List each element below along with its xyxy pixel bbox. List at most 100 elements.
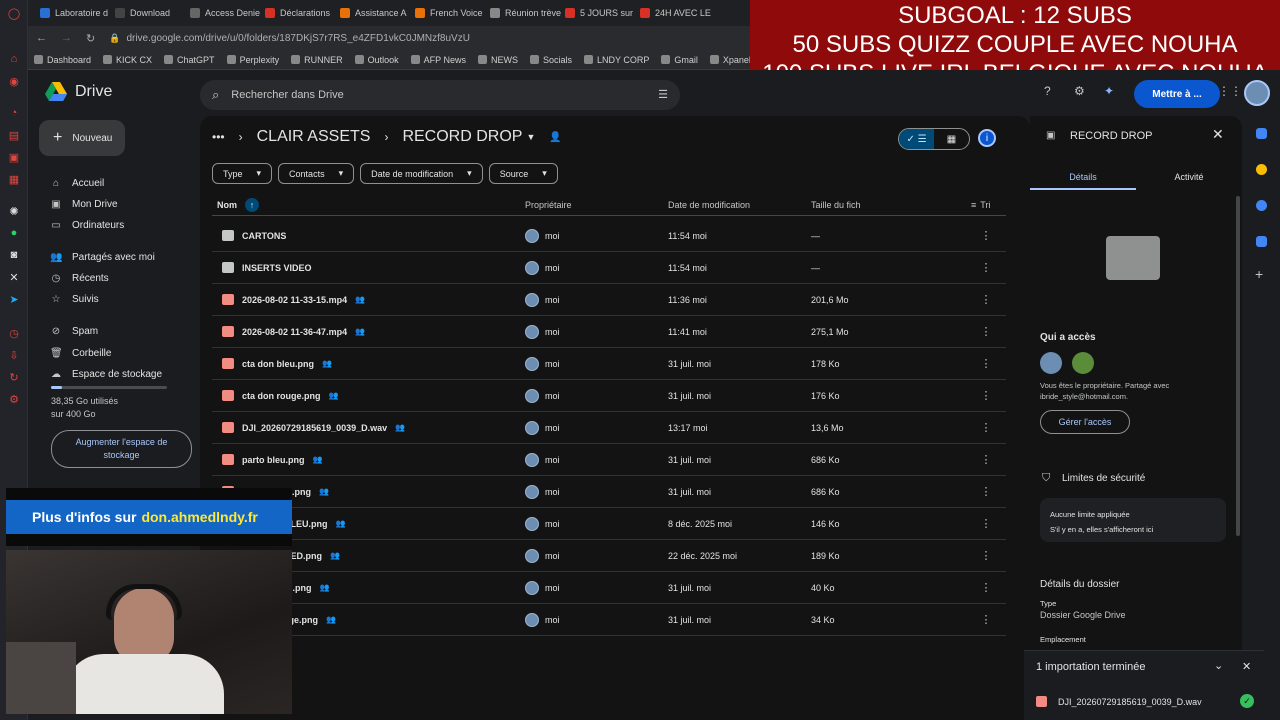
view-toggle[interactable]: ✓ ☰ ▦ [898,128,970,150]
browser-tab[interactable]: Access Denie [186,2,261,24]
gemini-icon[interactable]: ✦ [1104,84,1114,98]
wallet-icon[interactable]: ▣ [7,150,21,164]
manage-access-button[interactable]: Gérer l'accès [1040,410,1130,434]
table-row[interactable]: donate bleu.png👥moi31 juil. moi40 Ko⋮ [212,572,1006,604]
tasks-icon[interactable] [1256,200,1267,211]
search-icon[interactable]: ⌕ [212,87,219,103]
more-actions-icon[interactable]: ⋮ [971,389,1001,402]
reload-icon[interactable]: ↻ [86,32,95,45]
file-name-cell[interactable]: cta don bleu.png 👥 [212,358,525,369]
browser-tab[interactable]: Laboratoire d [36,2,111,24]
forward-icon[interactable]: → [61,32,72,44]
table-row[interactable]: INSERTS VIDEO moi 11:54 moi — ⋮ [212,252,1006,284]
file-name-cell[interactable]: 2026-08-02 11-33-15.mp4 👥 [212,294,525,305]
help-icon[interactable]: ? [1044,84,1051,98]
bookmark-item[interactable]: KICK CX [103,55,152,65]
more-actions-icon[interactable]: ⋮ [971,325,1001,338]
panel-scrollbar[interactable] [1236,196,1240,536]
sort-arrow-icon[interactable]: ↑ [245,197,259,212]
calendar-icon[interactable] [1256,128,1267,139]
breadcrumb-current[interactable]: RECORD DROP [402,128,522,146]
keep-icon[interactable] [1256,164,1267,175]
sidebar-item-home[interactable]: ⌂ Accueil [50,178,200,189]
clock-icon[interactable]: ◷ [7,326,21,340]
table-row[interactable]: donate rouge.png👥moi31 juil. moi34 Ko⋮ [212,604,1006,636]
bookmark-item[interactable]: Socials [529,55,572,65]
table-row[interactable]: DJI_20260729185619_0039_D.wav 👥 moi 13:17 m… [212,412,1006,444]
history-icon[interactable]: ◔ [7,106,21,120]
more-actions-icon[interactable]: ⋮ [971,229,1001,242]
list-view-icon[interactable]: ✓ ☰ [899,129,934,149]
sidebar-item-spam[interactable]: ⊘ Spam [50,326,200,337]
more-actions-icon[interactable]: ⋮ [971,261,1001,274]
close-icon[interactable]: ✕ [1212,126,1224,143]
table-row[interactable]: parto bleu.png 👥 moi 31 juil. moi 686 Ko ⋮ [212,444,1006,476]
settings-icon[interactable]: ⚙ [7,392,21,406]
bookmark-item[interactable]: Perplexity [226,55,279,65]
bookmark-item[interactable]: AFP News [410,55,466,65]
sidebar-item-people[interactable]: 👥 Partagés avec moi [50,252,200,263]
browser-tab[interactable]: Download [111,2,186,24]
download-icon[interactable]: ⇩ [7,348,21,362]
account-avatar[interactable] [1244,80,1270,106]
file-name-cell[interactable]: cta don rouge.png 👥 [212,390,525,401]
close-icon[interactable]: ✕ [1242,660,1251,673]
apps-grid-icon[interactable]: ⋮⋮ [1218,84,1242,98]
bookmark-item[interactable]: LNDY CORP [584,55,649,65]
bookmark-item[interactable]: ChatGPT [164,55,215,65]
breadcrumb-parent[interactable]: CLAIR ASSETS [257,128,371,146]
filter-chip[interactable]: Date de modification ▾ [360,163,483,184]
more-actions-icon[interactable]: ⋮ [971,549,1001,562]
column-owner[interactable]: Propriétaire [525,200,668,210]
more-actions-icon[interactable]: ⋮ [971,581,1001,594]
browser-tab[interactable]: Assistance A [336,2,411,24]
more-actions-icon[interactable]: ⋮ [971,357,1001,370]
more-actions-icon[interactable]: ⋮ [971,613,1001,626]
bookmark-item[interactable]: Xpanel [709,55,751,65]
sidebar-item-star[interactable]: ☆ Suivis [50,294,200,305]
browser-tab[interactable]: 24H AVEC LE [636,2,711,24]
tab-details[interactable]: Détails [1030,172,1136,190]
file-name-cell[interactable]: DJI_20260729185619_0039_D.wav 👥 [212,422,525,433]
column-size[interactable]: Taille du fich [811,200,971,210]
grid-view-icon[interactable]: ▦ [934,129,969,149]
more-actions-icon[interactable]: ⋮ [971,485,1001,498]
more-actions-icon[interactable]: ⋮ [971,293,1001,306]
sidebar-item-cloud[interactable]: ☁ Espace de stockage [50,369,200,380]
tab-activity[interactable]: Activité [1136,172,1242,190]
bookmark-item[interactable]: NEWS [477,55,518,65]
telegram-icon[interactable]: ➤ [7,292,21,306]
settings-gear-icon[interactable]: ⚙ [1074,84,1085,98]
bookmark-item[interactable]: Outlook [354,55,399,65]
sidebar-item-computer[interactable]: ▭ Ordinateurs [50,220,200,231]
bookmark-item[interactable]: Gmail [661,55,698,65]
search-bar[interactable]: ⌕ Rechercher dans Drive ☰ [200,80,680,110]
chevron-down-icon[interactable]: ⌄ [1214,659,1223,672]
file-name-cell[interactable]: parto bleu.png 👥 [212,454,525,465]
bookmark-item[interactable]: RUNNER [291,55,343,65]
filter-options-icon[interactable]: ☰ [658,88,668,101]
browser-tab[interactable]: Réunion trève [486,2,561,24]
bookmark-item[interactable]: Dashboard [34,55,91,65]
browser-tab[interactable]: 5 JOURS sur [561,2,636,24]
more-path-icon[interactable]: ••• [212,130,225,144]
chevron-down-icon[interactable]: ▼ [526,132,535,142]
file-name-cell[interactable]: INSERTS VIDEO [212,262,525,273]
more-actions-icon[interactable]: ⋮ [971,421,1001,434]
discord-icon[interactable]: ◙ [7,248,21,262]
sort-button[interactable]: ≡ Tri [971,200,990,210]
upgrade-button[interactable]: Mettre à ... [1134,80,1220,108]
filter-chip[interactable]: Contacts ▾ [278,163,355,184]
url-input[interactable]: drive.google.com/drive/u/0/folders/187DK… [126,33,469,44]
sidebar-item-trash[interactable]: 🗑 Corbeille [50,348,200,359]
column-date[interactable]: Date de modification [668,200,811,210]
search-input[interactable]: Rechercher dans Drive [231,89,344,101]
sidebar-item-drive[interactable]: ▣ Mon Drive [50,199,200,210]
refresh-icon[interactable]: ↻ [7,370,21,384]
table-row[interactable]: 2026-08-02 11-36-47.mp4 👥 moi 11:41 moi 275,… [212,316,1006,348]
table-row[interactable]: SUBE FR RED.png👥moi22 déc. 2025 moi189 K… [212,540,1006,572]
more-actions-icon[interactable]: ⋮ [971,453,1001,466]
home-icon[interactable]: ⌂ [7,52,21,66]
table-row[interactable]: cta don bleu.png 👥 moi 31 juil. moi 178 Ko ⋮ [212,348,1006,380]
browser-tab[interactable]: Déclarations [261,2,336,24]
